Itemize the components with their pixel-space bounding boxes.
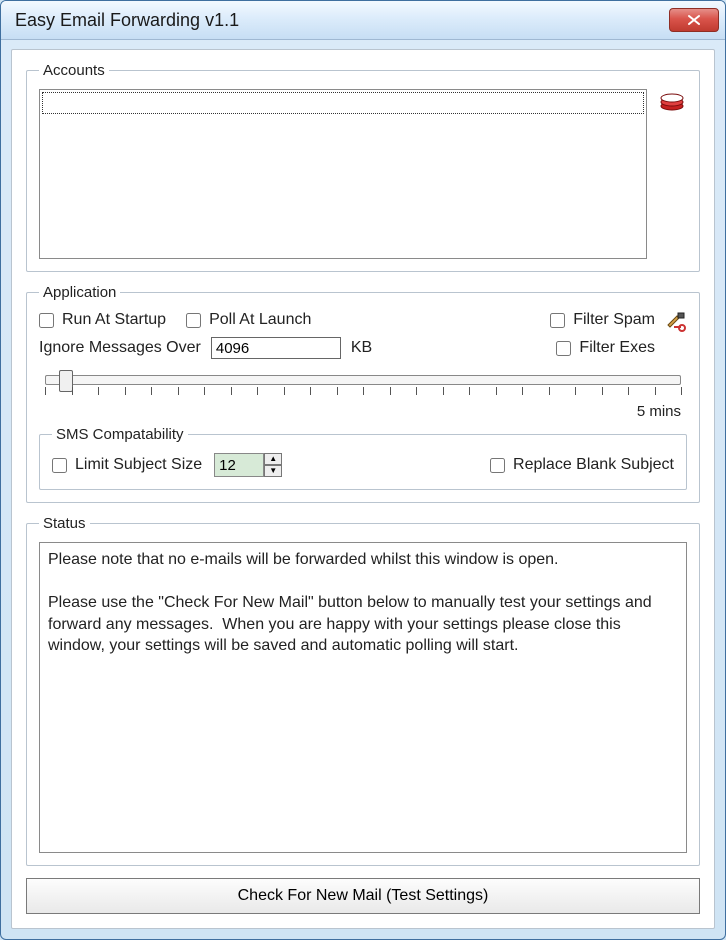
filter-exes-checkbox[interactable]: Filter Exes: [556, 339, 655, 357]
slider-value-label: 5 mins: [39, 403, 681, 420]
poll-interval-slider[interactable]: 5 mins: [39, 375, 687, 420]
run-at-startup-checkbox[interactable]: Run At Startup: [39, 311, 166, 329]
accounts-legend: Accounts: [39, 62, 109, 79]
mail-stack-icon: [659, 91, 685, 111]
ignore-unit: KB: [351, 339, 372, 357]
limit-subject-checkbox[interactable]: Limit Subject Size: [52, 456, 202, 474]
accounts-listbox[interactable]: [39, 89, 647, 259]
sms-legend: SMS Compatability: [52, 426, 188, 443]
accounts-group: Accounts: [26, 62, 700, 272]
limit-subject-value[interactable]: [214, 453, 264, 477]
replace-blank-subject-checkbox[interactable]: Replace Blank Subject: [490, 456, 674, 474]
status-legend: Status: [39, 515, 90, 532]
application-tools-button[interactable]: [665, 311, 687, 337]
hammer-wrench-icon: [665, 311, 687, 333]
application-group: Application Run At Startup Poll At Launc…: [26, 284, 700, 503]
titlebar: Easy Email Forwarding v1.1: [1, 1, 725, 40]
status-textarea[interactable]: [39, 542, 687, 853]
status-group: Status: [26, 515, 700, 866]
filter-spam-checkbox[interactable]: Filter Spam: [550, 311, 655, 329]
window-title: Easy Email Forwarding v1.1: [15, 10, 239, 31]
accounts-icon-button[interactable]: [657, 89, 687, 113]
application-legend: Application: [39, 284, 120, 301]
sms-group: SMS Compatability Limit Subject Size ▲ ▼: [39, 426, 687, 490]
close-button[interactable]: [669, 8, 719, 32]
spinner-up[interactable]: ▲: [264, 453, 282, 465]
slider-ticks: [45, 387, 681, 401]
poll-at-launch-checkbox[interactable]: Poll At Launch: [186, 311, 311, 329]
ignore-label: Ignore Messages Over: [39, 339, 201, 357]
limit-subject-spinner[interactable]: ▲ ▼: [214, 453, 282, 477]
client-area: Accounts Application: [11, 49, 715, 929]
check-mail-button[interactable]: Check For New Mail (Test Settings): [26, 878, 700, 914]
ignore-size-input[interactable]: [211, 337, 341, 359]
app-window: Easy Email Forwarding v1.1 Accounts: [0, 0, 726, 940]
close-icon: [687, 14, 701, 26]
spinner-down[interactable]: ▼: [264, 465, 282, 477]
